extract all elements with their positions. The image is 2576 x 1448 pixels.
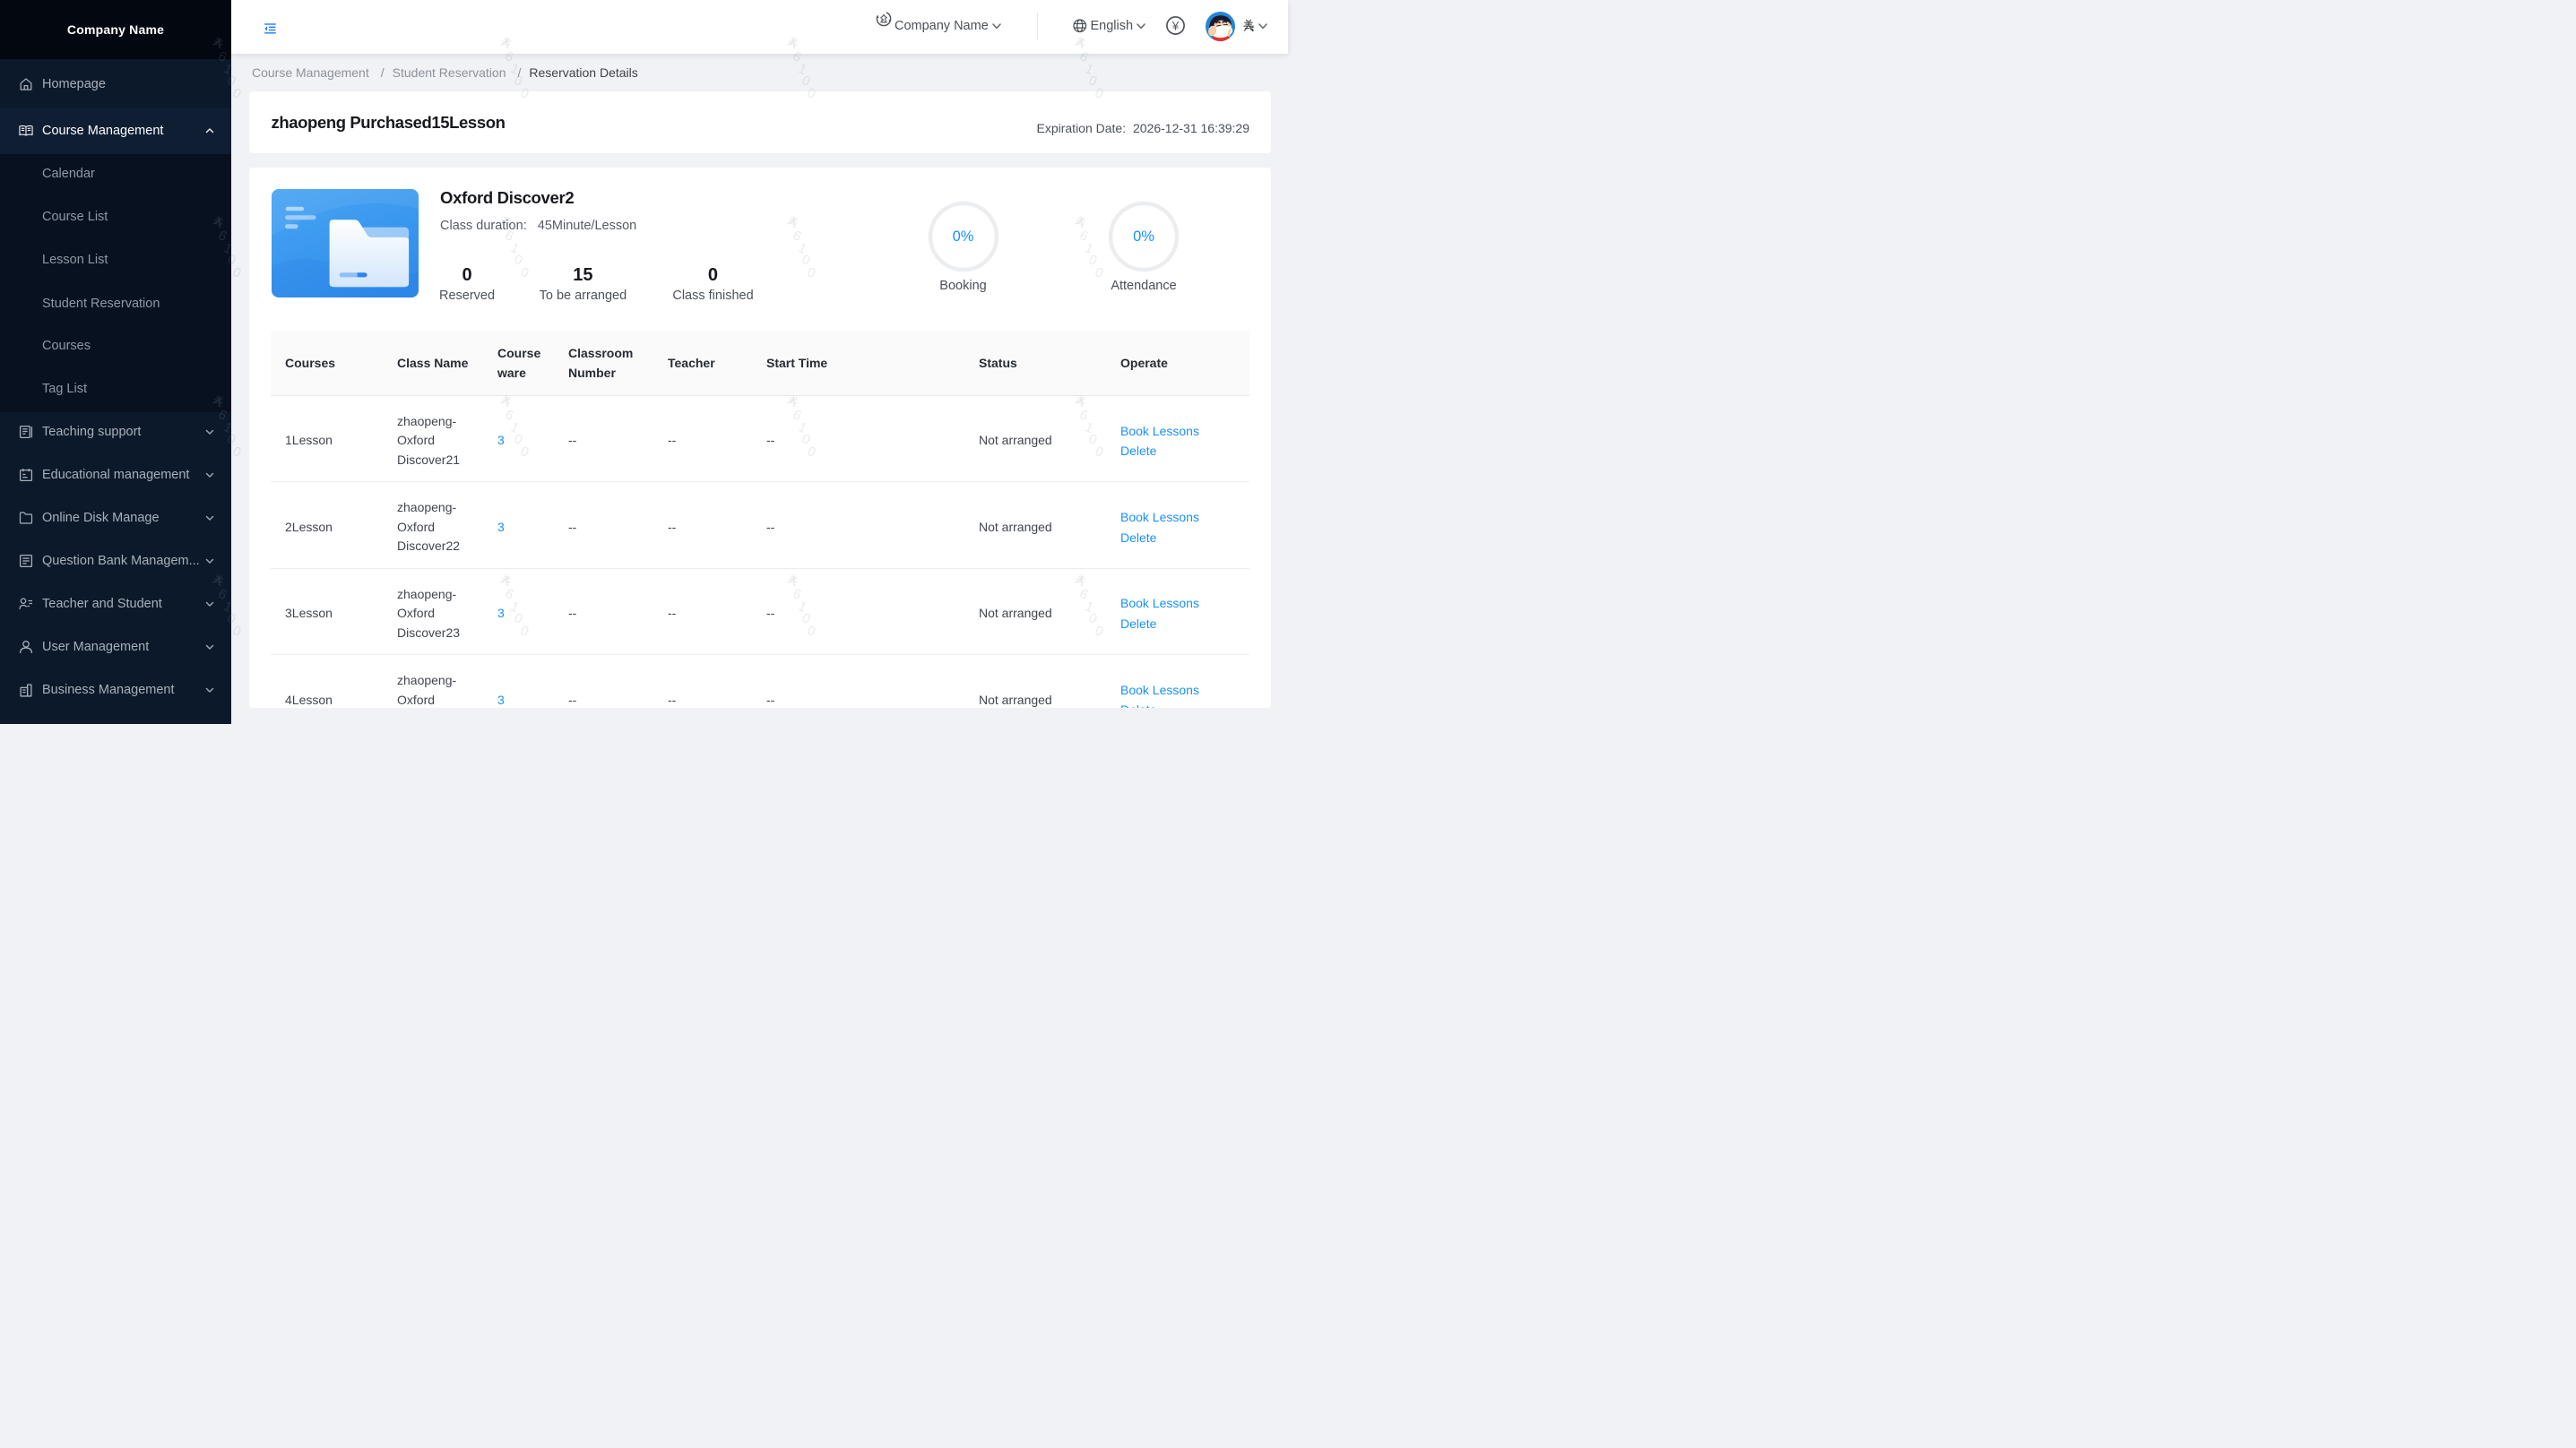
svg-text:¥: ¥: [1171, 19, 1179, 32]
